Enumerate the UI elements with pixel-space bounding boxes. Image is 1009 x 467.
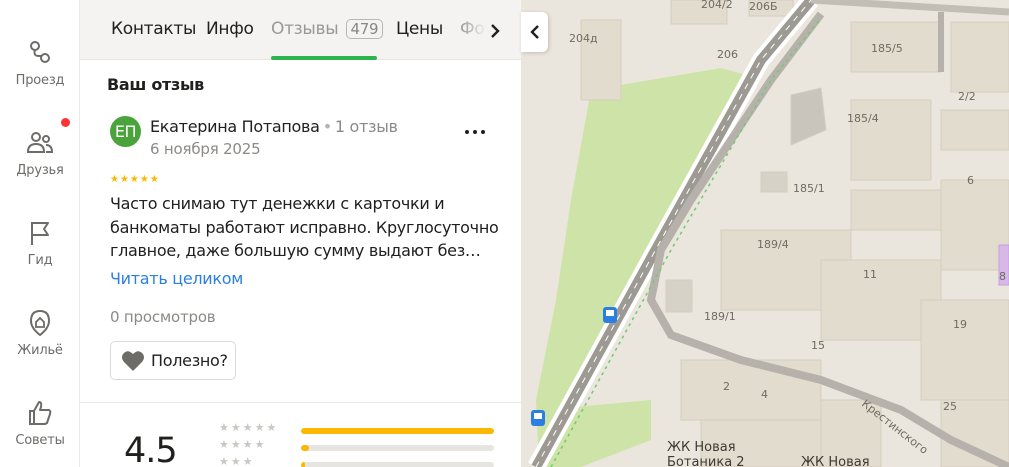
map-label: 2 <box>723 380 730 393</box>
dot-icon <box>465 130 469 134</box>
heart-icon <box>122 350 144 371</box>
author-name[interactable]: Екатерина Потапова <box>150 117 320 136</box>
review-date: 6 ноября 2025 <box>150 140 261 158</box>
map-label: 204д <box>569 32 598 45</box>
rating-row-3: ★★★ <box>219 455 499 467</box>
home-search-icon <box>29 309 51 337</box>
sidebar-item-label: Советы <box>15 433 65 448</box>
map-label: 25 <box>943 400 957 413</box>
read-more-link[interactable]: Читать целиком <box>110 269 243 288</box>
tabs-scroll-right-button[interactable] <box>482 18 508 44</box>
sidebar-item-route[interactable]: Проезд <box>0 38 80 112</box>
rating-bar-track <box>301 462 494 467</box>
map-label: 189/1 <box>704 310 736 323</box>
tab-info[interactable]: Инфо <box>206 19 254 39</box>
map-label: 6 <box>967 174 974 187</box>
tab-reviews[interactable]: Отзывы 479 <box>271 19 384 39</box>
useful-label: Полезно? <box>151 351 228 370</box>
map-label: 11 <box>863 268 877 281</box>
rating-bar-track <box>301 445 494 451</box>
sidebar-item-tips[interactable]: Советы <box>0 398 80 467</box>
map-label: 19 <box>953 318 967 331</box>
map-label: 2/2 <box>958 90 976 103</box>
sidebar-item-label: Друзья <box>16 163 64 178</box>
place-details-panel: Контакты Инфо Отзывы 479 Цены Фо Ваш отз… <box>80 0 521 467</box>
rating-row-stars: ★★★★★ <box>219 421 279 434</box>
tab-bar: Контакты Инфо Отзывы 479 Цены Фо <box>80 0 521 60</box>
sidebar-item-label: Жильё <box>17 343 63 358</box>
rating-value: 4.5 <box>124 431 178 467</box>
map-label: 8 <box>999 270 1006 283</box>
map-label: 206Б <box>749 0 778 13</box>
chevron-left-icon <box>529 25 539 39</box>
route-icon <box>30 41 50 63</box>
tab-prices[interactable]: Цены <box>396 19 443 39</box>
collapse-panel-button[interactable] <box>521 12 548 52</box>
review-text: Часто снимаю тут денежки с карточки и ба… <box>110 194 499 260</box>
separator: • <box>322 117 332 136</box>
rating-bar-track <box>301 428 494 434</box>
map-label: 185/5 <box>871 42 903 55</box>
map-view[interactable]: 204/2 206Б 204д 206 185/5 2/2 185/4 185/… <box>521 0 1009 467</box>
notification-dot <box>61 118 70 127</box>
more-options-button[interactable] <box>460 122 490 142</box>
map-label: 206 <box>717 48 738 61</box>
rating-bar-fill <box>301 445 309 451</box>
chevron-right-icon <box>491 24 500 38</box>
rating-row-stars: ★★★ <box>219 455 255 467</box>
review-stars: ★★★★★ <box>110 174 160 185</box>
map-label: 15 <box>811 339 825 352</box>
bus-stop-icon <box>603 307 617 323</box>
useful-button[interactable]: Полезно? <box>110 341 236 380</box>
friends-icon <box>26 132 54 153</box>
complex-label: Ботаника 2 <box>667 455 745 467</box>
sidebar-item-label: Проезд <box>15 73 65 88</box>
sidebar-item-friends[interactable]: Друзья <box>0 118 80 202</box>
flag-icon <box>31 222 49 245</box>
rating-row-4: ★★★★ <box>219 438 499 453</box>
sidebar-item-guide[interactable]: Гид <box>0 218 80 292</box>
map-canvas: 204/2 206Б 204д 206 185/5 2/2 185/4 185/… <box>521 0 1009 467</box>
sidebar-item-housing[interactable]: Жильё <box>0 308 80 382</box>
tab-reviews-label: Отзывы <box>271 19 339 39</box>
tab-contacts[interactable]: Контакты <box>111 19 196 39</box>
section-title: Ваш отзыв <box>107 75 205 94</box>
dot-icon <box>481 130 485 134</box>
complex-label: ЖК Новая <box>667 440 736 455</box>
rating-row-5: ★★★★★ <box>219 421 499 436</box>
review-author: Екатерина Потапова • 1 отзыв <box>150 117 398 136</box>
rating-bar-fill <box>301 462 305 467</box>
map-label: 185/4 <box>847 112 879 125</box>
active-tab-indicator <box>271 56 377 60</box>
map-label: 4 <box>761 388 768 401</box>
map-label: 204/2 <box>701 0 733 11</box>
author-review-count: 1 отзыв <box>334 117 398 136</box>
divider <box>80 402 521 403</box>
dot-icon <box>473 130 477 134</box>
left-navigation-rail: Проезд Друзья Гид Жильё Советы <box>0 0 80 467</box>
sidebar-item-label: Гид <box>27 253 53 268</box>
map-label: 185/1 <box>793 182 825 195</box>
reviews-count-badge: 479 <box>345 19 384 39</box>
bus-stop-icon <box>531 410 545 426</box>
rating-bar-fill <box>301 428 494 434</box>
complex-label: ЖК Новая <box>801 455 870 467</box>
avatar[interactable]: ЕП <box>110 116 141 147</box>
views-count: 0 просмотров <box>110 308 216 326</box>
rating-row-stars: ★★★★ <box>219 438 267 451</box>
map-label: 189/4 <box>757 238 789 251</box>
thumbs-up-icon <box>29 401 52 425</box>
